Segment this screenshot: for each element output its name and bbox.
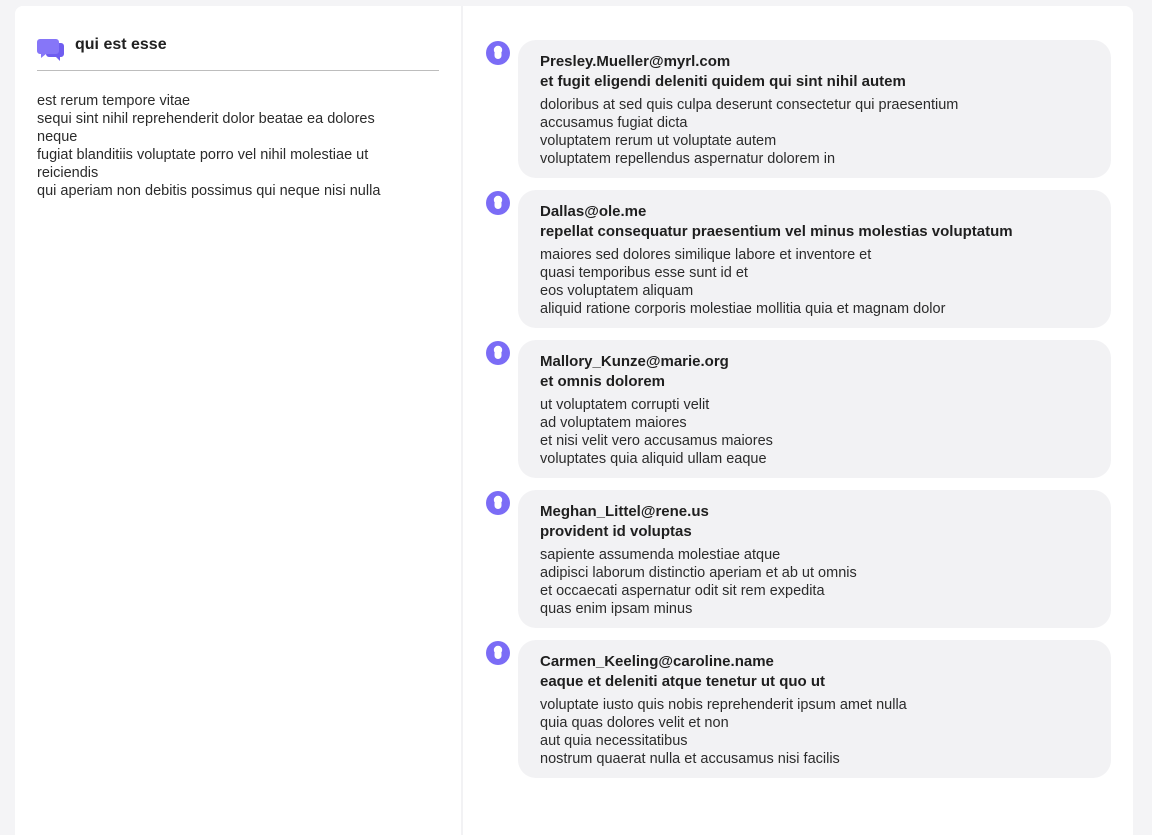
comment-item: Carmen_Keeling@caroline.name eaque et de… (485, 640, 1113, 790)
comment-name: eaque et deleniti atque tenetur ut quo u… (540, 673, 826, 690)
comment-email: Carmen_Keeling@caroline.name (540, 653, 774, 670)
comment-bubble: Meghan_Littel@rene.us provident id volup… (518, 490, 1111, 628)
comment-body: doloribus at sed quis culpa deserunt con… (540, 96, 1089, 168)
comment-name: provident id voluptas (540, 523, 692, 540)
comment-item: Meghan_Littel@rene.us provident id volup… (485, 490, 1113, 640)
comment-name: et omnis dolorem (540, 373, 666, 390)
comment-body-line: sapiente assumenda molestiae atque (540, 547, 781, 563)
comment-body-line: ut voluptatem corrupti velit (540, 397, 710, 413)
comment-body-line: voluptatem repellendus aspernatur dolore… (540, 151, 836, 167)
comment-email: Presley.Mueller@myrl.com (540, 53, 731, 70)
post-body-line: est rerum tempore vitae (37, 93, 191, 109)
comment-body: sapiente assumenda molestiae atque adipi… (540, 546, 1089, 618)
comment-body-line: adipisci laborum distinctio aperiam et a… (540, 565, 857, 581)
comment-bubble: Dallas@ole.me repellat consequatur praes… (518, 190, 1111, 328)
post-panel: qui est esse est rerum tempore vitae seq… (15, 6, 461, 835)
chat-bubbles-icon (37, 38, 65, 62)
comment-body-line: accusamus fugiat dicta (540, 115, 688, 131)
comment-bubble: Presley.Mueller@myrl.com et fugit eligen… (518, 40, 1111, 178)
user-icon (485, 490, 511, 516)
comment-item: Mallory_Kunze@marie.org et omnis dolorem… (485, 340, 1113, 490)
comment-body-line: quas enim ipsam minus (540, 601, 693, 617)
comment-item: Presley.Mueller@myrl.com et fugit eligen… (485, 40, 1113, 190)
user-icon (485, 190, 511, 216)
comment-email: Mallory_Kunze@marie.org (540, 353, 729, 370)
user-icon (485, 40, 511, 66)
comment-name: et fugit eligendi deleniti quidem qui si… (540, 73, 906, 90)
comment-body-line: ad voluptatem maiores (540, 415, 687, 431)
comment-body-line: voluptate iusto quis nobis reprehenderit… (540, 697, 907, 713)
comment-email: Dallas@ole.me (540, 203, 647, 220)
comment-body-line: et nisi velit vero accusamus maiores (540, 433, 773, 449)
post-title: qui est esse (75, 36, 167, 53)
post-body-line: fugiat blanditiis voluptate porro vel ni… (37, 147, 369, 181)
comment-body-line: voluptates quia aliquid ullam eaque (540, 451, 767, 467)
comment-body: voluptate iusto quis nobis reprehenderit… (540, 696, 1089, 768)
comment-body-line: voluptatem rerum ut voluptate autem (540, 133, 777, 149)
comment-body: maiores sed dolores similique labore et … (540, 246, 1089, 318)
post-body: est rerum tempore vitae sequi sint nihil… (37, 92, 417, 200)
comment-body-line: eos voluptatem aliquam (540, 283, 694, 299)
post-header: qui est esse (37, 34, 439, 71)
user-icon (485, 640, 511, 666)
post-body-line: qui aperiam non debitis possimus qui neq… (37, 183, 381, 199)
comment-body-line: aliquid ratione corporis molestiae molli… (540, 301, 946, 317)
comment-list: Presley.Mueller@myrl.com et fugit eligen… (485, 40, 1113, 790)
comment-body-line: et occaecati aspernatur odit sit rem exp… (540, 583, 825, 599)
comment-body-line: quia quas dolores velit et non (540, 715, 729, 731)
app-frame: qui est esse est rerum tempore vitae seq… (15, 6, 1133, 835)
comment-body-line: nostrum quaerat nulla et accusamus nisi … (540, 751, 840, 767)
post-body-line: sequi sint nihil reprehenderit dolor bea… (37, 111, 375, 145)
comment-body-line: maiores sed dolores similique labore et … (540, 247, 872, 263)
comment-body-line: doloribus at sed quis culpa deserunt con… (540, 97, 959, 113)
comment-item: Dallas@ole.me repellat consequatur praes… (485, 190, 1113, 340)
comment-email: Meghan_Littel@rene.us (540, 503, 709, 520)
comment-body-line: aut quia necessitatibus (540, 733, 688, 749)
comment-body-line: quasi temporibus esse sunt id et (540, 265, 748, 281)
comment-bubble: Carmen_Keeling@caroline.name eaque et de… (518, 640, 1111, 778)
comment-body: ut voluptatem corrupti velit ad voluptat… (540, 396, 1089, 468)
comment-name: repellat consequatur praesentium vel min… (540, 223, 1013, 240)
comment-bubble: Mallory_Kunze@marie.org et omnis dolorem… (518, 340, 1111, 478)
panel-divider (461, 6, 463, 835)
user-icon (485, 340, 511, 366)
